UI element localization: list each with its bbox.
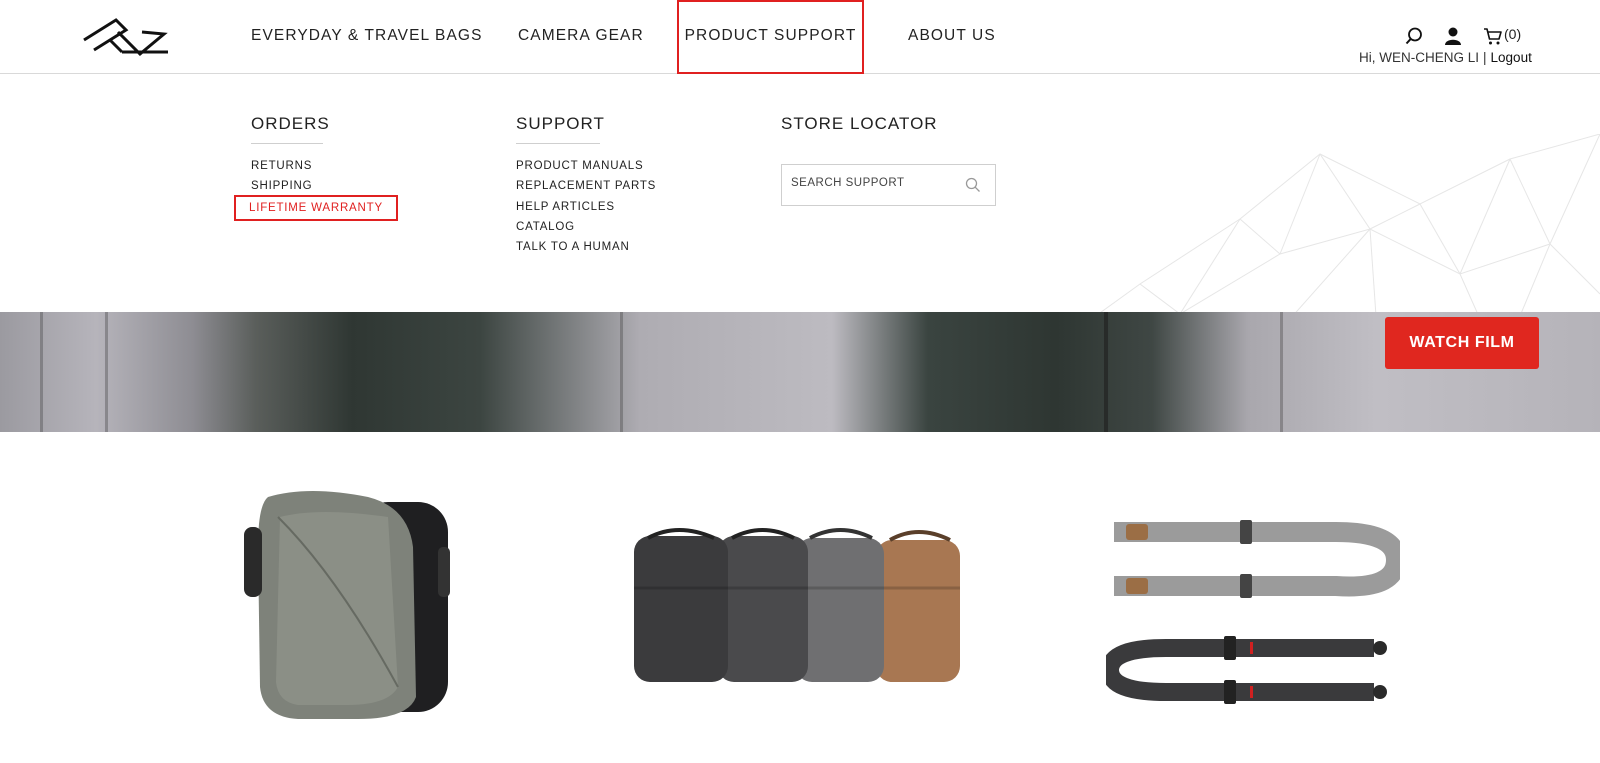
menu-link-returns[interactable]: RETURNS [251,156,396,176]
camera-strap-image[interactable] [1106,520,1400,708]
greeting-separator: | [1483,50,1487,65]
orders-title: ORDERS [251,114,329,144]
everyday-backpack-image[interactable] [628,526,966,686]
greeting-text: Hi, WEN-CHENG LI [1359,50,1480,65]
orders-column: ORDERS RETURNS SHIPPING LIFETIME WARRANT… [234,114,398,221]
banner-texture [1280,312,1283,432]
banner-texture [40,312,43,432]
banner-texture [620,312,623,432]
decorative-mesh-background [1100,134,1600,312]
menu-link-lifetime-warranty[interactable]: LIFETIME WARRANTY [234,194,398,221]
search-icon[interactable] [1404,26,1424,46]
logout-link[interactable]: Logout [1491,50,1532,65]
banner-texture [1104,312,1108,432]
menu-link-talk-to-a-human[interactable]: TALK TO A HUMAN [516,237,656,257]
nav-everyday-travel-bags[interactable]: EVERYDAY & TRAVEL BAGS [251,0,483,74]
store-locator-column: STORE LOCATOR [781,114,938,155]
cart-icon[interactable] [1483,26,1503,46]
user-greeting: Hi, WEN-CHENG LI | Logout [1359,50,1532,65]
menu-link-catalog[interactable]: CATALOG [516,217,656,237]
travel-backpack-image[interactable] [238,487,458,723]
menu-link-product-manuals[interactable]: PRODUCT MANUALS [516,156,656,176]
nav-product-support[interactable]: PRODUCT SUPPORT [677,0,864,74]
store-locator-title[interactable]: STORE LOCATOR [781,114,938,143]
watch-film-button[interactable]: WATCH FILM [1385,317,1539,369]
site-header: EVERYDAY & TRAVEL BAGS CAMERA GEAR PRODU… [0,0,1600,74]
support-search-input[interactable] [789,176,953,190]
menu-link-shipping[interactable]: SHIPPING [251,176,396,196]
user-icon[interactable] [1443,26,1463,46]
support-search-box [781,164,996,206]
nav-about-us[interactable]: ABOUT US [908,0,996,74]
menu-link-replacement-parts[interactable]: REPLACEMENT PARTS [516,176,656,196]
banner-texture [105,312,108,432]
nav-camera-gear[interactable]: CAMERA GEAR [518,0,644,74]
peak-design-logo[interactable] [82,18,170,58]
cart-count[interactable]: (0) [1504,26,1521,42]
hero-banner [0,312,1600,432]
support-column: SUPPORT PRODUCT MANUALS REPLACEMENT PART… [516,114,656,257]
support-title: SUPPORT [516,114,604,144]
search-icon[interactable] [965,177,981,193]
menu-link-help-articles[interactable]: HELP ARTICLES [516,197,656,217]
